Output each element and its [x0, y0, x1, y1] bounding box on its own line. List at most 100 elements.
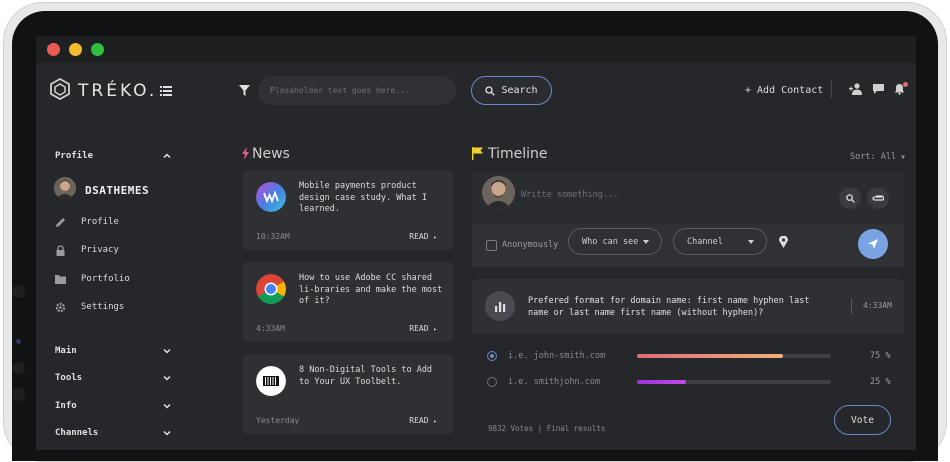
sidebar-item-privacy[interactable]: Privacy — [55, 243, 119, 257]
sidebar-section-info[interactable]: Info — [55, 401, 77, 411]
sidebar-item-label: Portfolio — [81, 274, 130, 284]
vote-button[interactable]: Vote — [834, 405, 891, 435]
caret-down-icon — [748, 240, 754, 244]
header-divider — [831, 80, 832, 98]
search-button-label: Search — [501, 85, 538, 96]
post-composer: Anonymously Who can see Channel — [472, 172, 904, 267]
read-label: READ — [409, 416, 429, 425]
news-time: Yesterday — [256, 416, 300, 425]
user-avatar[interactable] — [54, 177, 76, 199]
caret-right-icon: ▸ — [433, 234, 437, 241]
filter-icon[interactable] — [239, 85, 250, 96]
sidebar-section-profile[interactable]: Profile — [55, 151, 93, 161]
anonymous-label: Anonymously — [502, 240, 559, 250]
window-titlebar — [36, 36, 916, 63]
chevron-down-icon[interactable] — [163, 349, 171, 354]
poll-card: Prefered format for domain name: first n… — [472, 279, 904, 334]
news-card[interactable]: Mobile payments product design case stud… — [243, 170, 453, 250]
brand-logo-icon — [50, 78, 70, 100]
sidebar-item-profile[interactable]: Profile — [55, 215, 119, 229]
flag-icon — [472, 147, 483, 160]
composer-avatar — [482, 176, 515, 209]
search-input[interactable] — [258, 76, 456, 105]
poll-time: 4:33AM — [863, 301, 892, 310]
poll-question: Prefered format for domain name: first n… — [528, 296, 810, 318]
search-icon — [845, 193, 855, 203]
news-time: 4:33AM — [256, 324, 285, 333]
sidebar-item-settings[interactable]: Settings — [55, 300, 124, 314]
poll-summary: 9832 Votes | Final results — [488, 424, 606, 433]
chevron-up-icon[interactable] — [163, 153, 171, 158]
chevron-down-icon[interactable] — [163, 376, 171, 381]
timeline-title: Timeline — [488, 146, 548, 162]
maximize-window-button[interactable] — [91, 43, 104, 56]
app-header: TRÉKO. Search + Add Contact — [36, 63, 916, 119]
poll-option-percent: 25 % — [870, 377, 891, 387]
lock-icon — [56, 244, 65, 256]
radio-selected-dot — [490, 354, 494, 358]
news-title: News — [252, 146, 290, 162]
search-post-button[interactable] — [839, 187, 861, 209]
pencil-icon — [56, 217, 65, 227]
news-time: 10:32AM — [256, 232, 290, 241]
poll-option-bar — [637, 380, 831, 384]
chevron-down-icon[interactable] — [163, 404, 171, 409]
hardware-button — [12, 285, 25, 298]
poll-option-label[interactable]: i.e. john-smith.com — [508, 351, 605, 361]
location-pin-icon[interactable] — [779, 236, 788, 248]
poll-option-percent: 75 % — [870, 351, 891, 361]
read-label: READ — [409, 232, 429, 241]
sidebar-section-main[interactable]: Main — [55, 346, 77, 356]
composer-options: Anonymously Who can see Channel — [472, 224, 904, 267]
send-icon — [868, 239, 878, 249]
sidebar-section-channels[interactable]: Channels — [55, 428, 98, 438]
read-label: READ — [409, 324, 429, 333]
sidebar-section-tools[interactable]: Tools — [55, 373, 82, 383]
notification-badge — [903, 82, 908, 87]
sidebar-item-label: Settings — [81, 302, 125, 312]
read-link[interactable]: READ ▸ — [409, 232, 437, 241]
sidebar-item-label: Privacy — [81, 245, 119, 255]
add-contact-link[interactable]: + Add Contact — [745, 85, 823, 96]
news-text: 8 Non-Digital Tools to Add to Your UX To… — [299, 365, 433, 387]
caret-right-icon: ▸ — [433, 326, 437, 333]
chrome-icon — [256, 274, 286, 304]
hardware-button — [12, 388, 25, 401]
post-input[interactable] — [519, 189, 763, 201]
folder-icon — [55, 275, 66, 284]
send-button[interactable] — [858, 229, 888, 259]
add-user-icon[interactable] — [849, 83, 865, 95]
news-text: How to use Adobe CC shared li-braries an… — [299, 273, 443, 306]
search-button[interactable]: Search — [471, 76, 552, 105]
who-can-see-dropdown[interactable]: Who can see — [568, 228, 662, 255]
brand-name: TRÉKO. — [78, 81, 158, 101]
caret-down-icon: ▼ — [901, 154, 905, 161]
poll-option-bar-fill — [637, 380, 686, 384]
poll-option-label[interactable]: i.e. smithjohn.com — [508, 377, 600, 387]
gear-icon — [55, 302, 66, 312]
caret-right-icon: ▸ — [433, 418, 437, 425]
chat-icon[interactable] — [872, 83, 885, 95]
minimize-window-button[interactable] — [69, 43, 82, 56]
news-card[interactable]: How to use Adobe CC shared li-braries an… — [243, 262, 453, 342]
sidebar-item-label: Profile — [81, 217, 119, 227]
caret-down-icon — [643, 240, 649, 244]
chevron-down-icon[interactable] — [163, 431, 171, 436]
bar-chart-icon — [485, 291, 515, 321]
menu-list-icon[interactable] — [160, 86, 172, 96]
poll-option-radio[interactable] — [487, 351, 497, 361]
close-window-button[interactable] — [47, 43, 60, 56]
poll-option-bar-fill — [637, 354, 783, 358]
poll-option-radio[interactable] — [487, 377, 497, 387]
sort-label: Sort: All — [850, 152, 897, 162]
sidebar-item-portfolio[interactable]: Portfolio — [55, 272, 130, 286]
read-link[interactable]: READ ▸ — [409, 416, 437, 425]
anonymous-checkbox[interactable] — [486, 240, 497, 251]
sort-dropdown[interactable]: Sort: All ▼ — [850, 152, 905, 162]
read-link[interactable]: READ ▸ — [409, 324, 437, 333]
app-window: TRÉKO. Search + Add Contact — [36, 36, 916, 450]
barcode-icon — [256, 366, 286, 396]
channel-dropdown[interactable]: Channel — [673, 228, 767, 255]
news-card[interactable]: 8 Non-Digital Tools to Add to Your UX To… — [243, 354, 453, 434]
attach-button[interactable] — [867, 187, 889, 209]
